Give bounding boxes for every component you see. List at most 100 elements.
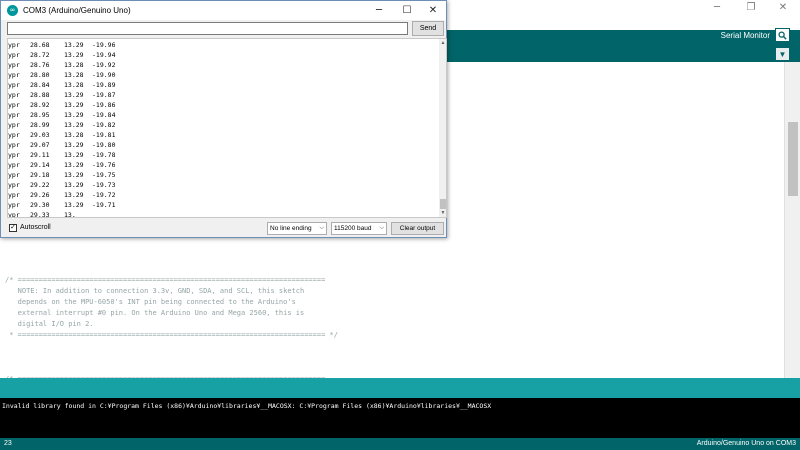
send-button[interactable]: Send — [412, 21, 444, 36]
status-line-number: 23 — [4, 440, 12, 447]
serial-monitor-window: ∞ COM3 (Arduino/Genuino Uno) ─ ☐ ✕ Send … — [0, 0, 447, 238]
roll-value: -19.89 — [92, 81, 116, 89]
chevron-down-icon: ⌵ — [379, 225, 384, 231]
serial-output-line: ypr 28.76 13.28 -19.92 — [8, 60, 433, 70]
yaw-value: 29.03 — [30, 131, 50, 139]
yaw-value: 29.11 — [30, 151, 50, 159]
serial-output-line: ypr 29.03 13.28 -19.81 — [8, 130, 433, 140]
pitch-value: 13.28 — [64, 61, 84, 69]
maximize-button[interactable]: ☐ — [393, 1, 421, 20]
yaw-value: 29.33 — [30, 211, 50, 218]
pitch-value: 13.29 — [64, 101, 84, 109]
roll-value: -19.80 — [92, 141, 116, 149]
serial-output[interactable]: ▲ ▼ ypr 28.68 13.29 -19.96 ypr 28.72 13.29 -19.… — [7, 38, 447, 218]
serial-output-line: ypr 29.11 13.29 -19.78 — [8, 150, 433, 160]
serial-output-scrollbar-thumb[interactable] — [440, 199, 446, 209]
ypr-label: ypr — [8, 131, 20, 139]
checkmark-icon: ✓ — [10, 224, 16, 231]
console-message: Invalid library found in C:¥Program File… — [2, 402, 492, 410]
serial-output-line: ypr 28.95 13.29 -19.84 — [8, 110, 433, 120]
close-button[interactable]: ✕ — [419, 1, 447, 20]
ypr-label: ypr — [8, 51, 20, 59]
pitch-value: 13.29 — [64, 121, 84, 129]
scroll-down-arrow-icon[interactable]: ▼ — [439, 209, 446, 217]
pitch-value: 13.29 — [64, 141, 84, 149]
pitch-value: 13.29 — [64, 171, 84, 179]
serial-output-line: ypr 29.30 13.29 -19.71 — [8, 200, 433, 210]
yaw-value: 29.22 — [30, 181, 50, 189]
minimize-button[interactable]: ─ — [365, 1, 393, 20]
ypr-label: ypr — [8, 211, 20, 218]
ypr-label: ypr — [8, 91, 20, 99]
roll-value: -19.87 — [92, 91, 116, 99]
roll-value: -19.94 — [92, 51, 116, 59]
serial-output-line: ypr 28.72 13.29 -19.94 — [8, 50, 433, 60]
serial-output-line: ypr 29.14 13.29 -19.76 — [8, 160, 433, 170]
serial-monitor-titlebar[interactable]: ∞ COM3 (Arduino/Genuino Uno) ─ ☐ ✕ — [1, 1, 446, 20]
pitch-value: 13. — [64, 211, 76, 218]
yaw-value: 29.30 — [30, 201, 50, 209]
ypr-label: ypr — [8, 201, 20, 209]
serial-input[interactable] — [7, 22, 408, 35]
editor-scrollbar[interactable] — [784, 62, 800, 378]
pitch-value: 13.29 — [64, 191, 84, 199]
yaw-value: 29.14 — [30, 161, 50, 169]
yaw-value: 28.80 — [30, 71, 50, 79]
roll-value: -19.72 — [92, 191, 116, 199]
yaw-value: 28.92 — [30, 101, 50, 109]
clear-output-button[interactable]: Clear output — [391, 222, 444, 235]
code-line: digital I/O pin 2. — [5, 320, 94, 328]
yaw-value: 29.07 — [30, 141, 50, 149]
ypr-label: ypr — [8, 101, 20, 109]
autoscroll-checkbox[interactable]: ✓ — [9, 224, 17, 232]
ypr-label: ypr — [8, 151, 20, 159]
ypr-label: ypr — [8, 41, 20, 49]
roll-value: -19.82 — [92, 121, 116, 129]
tab-menu-button[interactable]: ▼ — [776, 48, 789, 60]
baud-rate-value: 115200 baud — [334, 225, 372, 232]
pitch-value: 13.29 — [64, 161, 84, 169]
roll-value: -19.92 — [92, 61, 116, 69]
chevron-down-icon: ▼ — [778, 49, 787, 59]
serial-output-line: ypr 29.18 13.29 -19.75 — [8, 170, 433, 180]
pitch-value: 13.29 — [64, 111, 84, 119]
editor-console-divider[interactable] — [0, 378, 800, 398]
scroll-up-arrow-icon[interactable]: ▲ — [439, 39, 446, 47]
code-line: /* =====================================… — [5, 276, 326, 284]
ide-maximize-button[interactable]: ❐ — [734, 0, 768, 14]
ide-minimize-button[interactable]: ─ — [700, 0, 734, 14]
serial-monitor-button[interactable] — [775, 28, 790, 42]
ide-close-button[interactable]: ✕ — [766, 0, 800, 14]
serial-output-line: ypr 29.07 13.29 -19.80 — [8, 140, 433, 150]
code-line: depends on the MPU-6050's INT pin being … — [5, 298, 296, 306]
roll-value: -19.71 — [92, 201, 116, 209]
line-ending-select[interactable]: No line ending ⌵ — [267, 222, 327, 235]
ypr-label: ypr — [8, 121, 20, 129]
serial-output-scrollbar[interactable]: ▲ ▼ — [439, 39, 446, 217]
chevron-down-icon: ⌵ — [319, 225, 324, 231]
serial-output-line: ypr 28.88 13.29 -19.87 — [8, 90, 433, 100]
yaw-value: 28.76 — [30, 61, 50, 69]
yaw-value: 29.26 — [30, 191, 50, 199]
pitch-value: 13.29 — [64, 151, 84, 159]
serial-output-line: ypr 29.26 13.29 -19.72 — [8, 190, 433, 200]
pitch-value: 13.29 — [64, 51, 84, 59]
roll-value: -19.78 — [92, 151, 116, 159]
roll-value: -19.76 — [92, 161, 116, 169]
editor-scrollbar-thumb[interactable] — [788, 122, 798, 196]
autoscroll-label: Autoscroll — [20, 224, 51, 231]
arduino-icon: ∞ — [7, 5, 18, 16]
ypr-label: ypr — [8, 81, 20, 89]
serial-output-line: ypr 28.68 13.29 -19.96 — [8, 40, 433, 50]
roll-value: -19.86 — [92, 101, 116, 109]
code-line: NOTE: In addition to connection 3.3v, GN… — [5, 287, 305, 295]
baud-rate-select[interactable]: 115200 baud ⌵ — [331, 222, 387, 235]
serial-output-line: ypr 28.84 13.28 -19.89 — [8, 80, 433, 90]
yaw-value: 28.88 — [30, 91, 50, 99]
serial-monitor-footer: ✓ Autoscroll No line ending ⌵ 115200 bau… — [1, 219, 446, 237]
ypr-label: ypr — [8, 161, 20, 169]
serial-monitor-title: COM3 (Arduino/Genuino Uno) — [23, 6, 131, 15]
yaw-value: 28.84 — [30, 81, 50, 89]
serial-output-line: ypr 29.22 13.29 -19.73 — [8, 180, 433, 190]
yaw-value: 28.95 — [30, 111, 50, 119]
